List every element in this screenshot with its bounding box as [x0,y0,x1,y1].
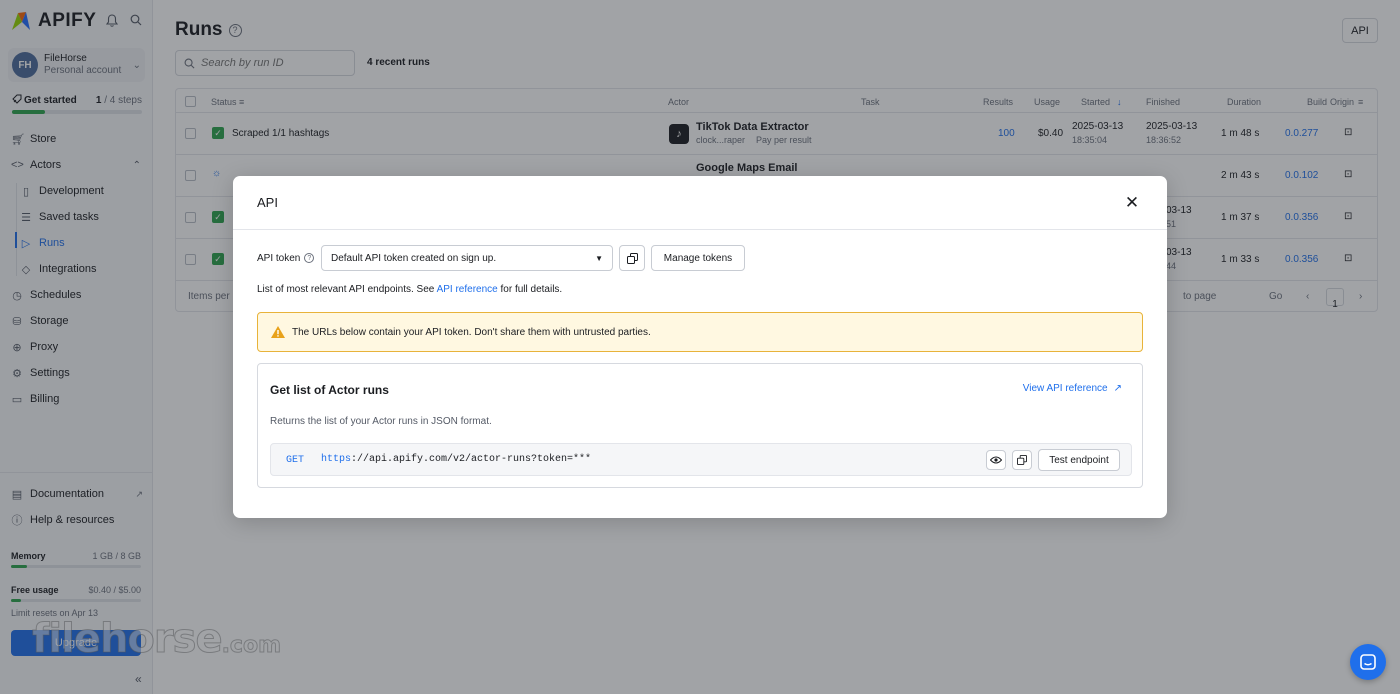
endpoint-title: Get list of Actor runs [270,383,389,397]
api-token-value: Default API token created on sign up. [331,252,497,264]
external-link-icon: ↗ [1113,383,1122,394]
chat-icon [1360,654,1376,670]
copy-icon [1017,455,1027,465]
view-api-reference-link[interactable]: View API reference ↗ [1023,383,1122,394]
show-token-button[interactable] [986,450,1006,470]
close-icon[interactable]: ✕ [1123,194,1141,212]
copy-icon [626,252,638,264]
caret-down-icon: ▼ [595,253,603,263]
endpoint-url[interactable]: https://api.apify.com/v2/actor-runs?toke… [321,454,591,465]
token-warning-banner: The URLs below contain your API token. D… [257,312,1143,352]
test-endpoint-button[interactable]: Test endpoint [1038,449,1120,471]
endpoint-url-box: GET https://api.apify.com/v2/actor-runs?… [270,443,1132,476]
eye-icon [990,456,1002,464]
dialog-title: API [257,195,278,210]
http-method: GET [286,455,305,466]
copy-token-button[interactable] [619,245,645,271]
help-icon[interactable]: ? [304,253,315,263]
support-chat-button[interactable] [1350,644,1386,680]
endpoints-description: List of most relevant API endpoints. See… [257,284,563,295]
api-token-label: API token? [257,253,315,264]
endpoint-description: Returns the list of your Actor runs in J… [270,416,492,427]
dialog-header: API ✕ [233,176,1167,230]
api-token-row: API token? Default API token created on … [257,245,745,271]
warning-text: The URLs below contain your API token. D… [292,326,651,338]
endpoint-card: Get list of Actor runs View API referenc… [257,363,1143,488]
api-reference-link[interactable]: API reference [437,284,498,295]
warning-icon [271,326,285,338]
manage-tokens-button[interactable]: Manage tokens [651,245,745,271]
api-dialog: API ✕ API token? Default API token creat… [233,176,1167,518]
copy-url-button[interactable] [1012,450,1032,470]
api-token-select[interactable]: Default API token created on sign up. ▼ [321,245,613,271]
